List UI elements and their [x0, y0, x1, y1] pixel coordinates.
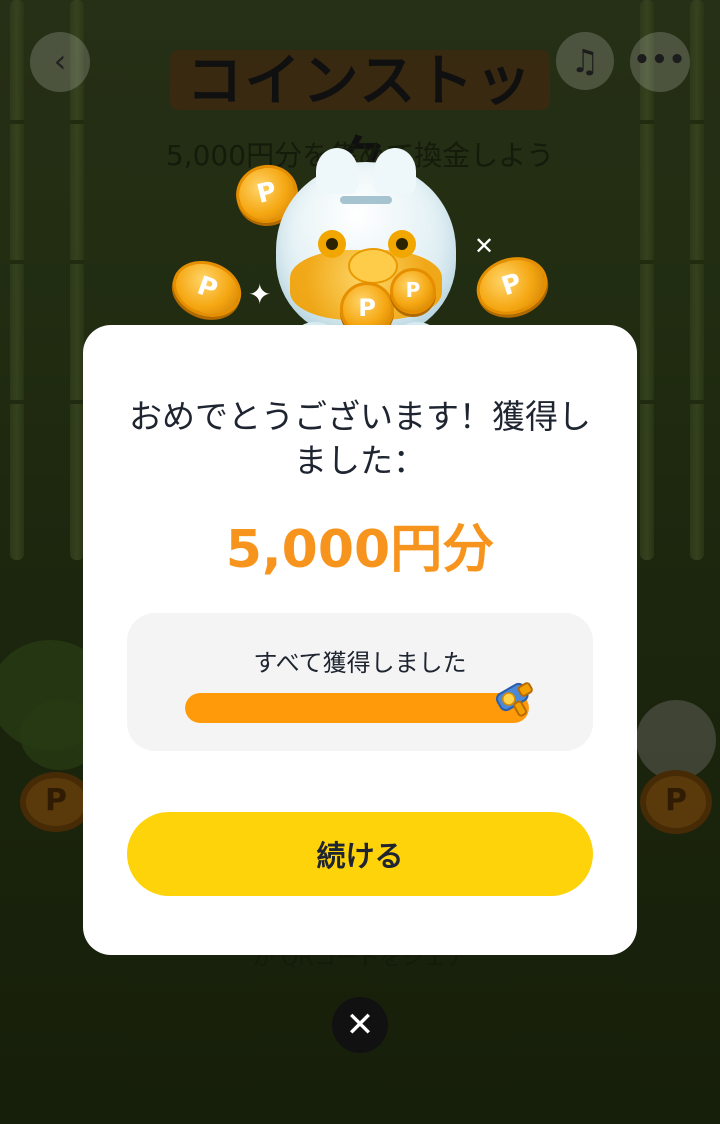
- pig-ear: [374, 148, 416, 194]
- close-icon: ✕: [345, 1005, 375, 1045]
- progress-fill: [185, 693, 529, 723]
- music-button[interactable]: ♫: [556, 32, 614, 90]
- progress-bar: [185, 693, 529, 723]
- pig-eye: [318, 230, 346, 258]
- sparkle-icon: ✕: [474, 232, 495, 260]
- music-note-icon: ♫: [570, 42, 600, 80]
- reward-amount: 5,000円分: [225, 520, 495, 580]
- coin-slot: [340, 196, 392, 204]
- chevron-left-icon: ‹: [53, 42, 67, 80]
- more-horizontal-icon: •••: [633, 45, 687, 75]
- close-button[interactable]: ✕: [332, 997, 388, 1053]
- continue-button[interactable]: 続ける: [127, 812, 593, 896]
- sparkle-icon: ✦: [248, 278, 272, 311]
- piggy-bank-icon: P P: [276, 148, 456, 346]
- coin-icon: P: [390, 268, 436, 314]
- progress-card: すべて獲得しました: [127, 613, 593, 751]
- coin-hammer-icon: [495, 682, 533, 717]
- pig-ear: [316, 148, 358, 194]
- back-button[interactable]: ‹: [30, 32, 90, 92]
- pig-snout: [348, 248, 398, 284]
- dialog-heading: おめでとうございます！獲得しました：: [129, 397, 591, 480]
- reward-dialog: おめでとうございます！獲得しました： 5,000円分 すべて獲得しました 続ける: [83, 325, 637, 955]
- more-button[interactable]: •••: [630, 32, 690, 92]
